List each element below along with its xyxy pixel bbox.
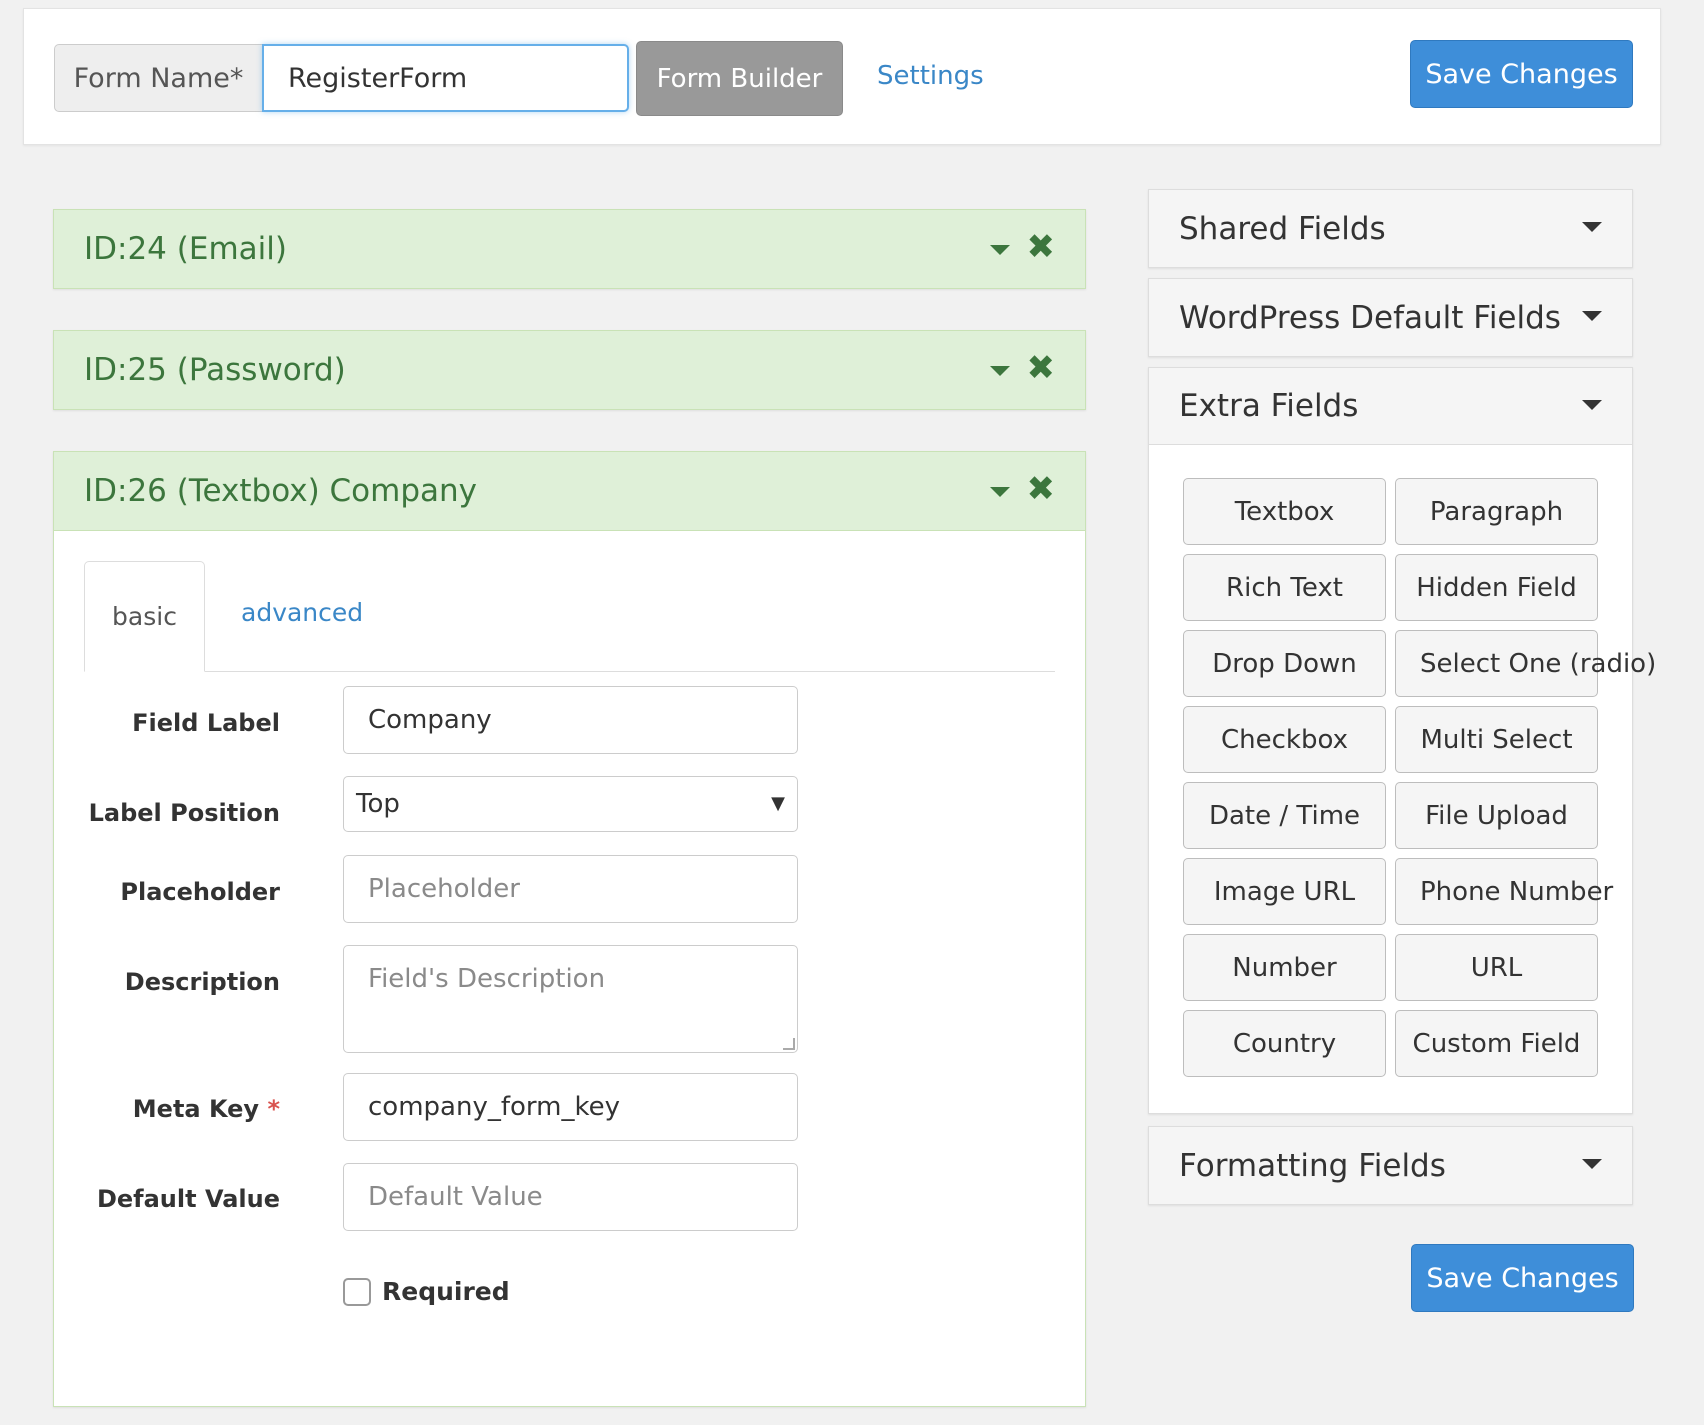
extra-fields-header[interactable]: Extra Fields — [1149, 368, 1632, 445]
editor-tabs: basic advanced — [84, 561, 1055, 672]
field-title: ID:26 (Textbox) Company — [84, 473, 478, 509]
formatting-fields-title: Formatting Fields — [1179, 1147, 1446, 1184]
required-label[interactable]: Required — [382, 1277, 510, 1306]
meta-key-label-text: Meta Key — [132, 1095, 260, 1123]
required-checkbox[interactable] — [343, 1278, 371, 1306]
close-icon[interactable]: ✖ — [1027, 348, 1056, 388]
extra-fields-title: Extra Fields — [1179, 388, 1359, 424]
add-date-time-button[interactable]: Date / Time — [1183, 782, 1386, 849]
label-position-value: Top — [356, 789, 400, 819]
add-hidden-field-button[interactable]: Hidden Field — [1395, 554, 1598, 621]
required-asterisk: * — [267, 1095, 280, 1123]
add-number-button[interactable]: Number — [1183, 934, 1386, 1001]
field-panel-email: ID:24 (Email) ✖ — [53, 209, 1086, 289]
placeholder-label: Placeholder — [120, 878, 280, 906]
add-custom-field-button[interactable]: Custom Field — [1395, 1010, 1598, 1077]
settings-link[interactable]: Settings — [877, 61, 984, 91]
form-toolbar: Form Name* Form Builder Settings Save Ch… — [23, 8, 1661, 145]
description-label: Description — [124, 968, 280, 996]
caret-down-icon[interactable] — [990, 366, 1010, 376]
label-position-select[interactable]: Top ▼ — [343, 776, 798, 832]
placeholder-input-hint: Placeholder — [368, 874, 520, 904]
extra-fields-buttons: Textbox Paragraph Rich Text Hidden Field… — [1183, 478, 1656, 1077]
extra-fields-panel: Extra Fields Textbox Paragraph Rich Text… — [1148, 367, 1656, 1114]
wp-default-fields-title: WordPress Default Fields — [1179, 299, 1561, 336]
meta-key-label: Meta Key * — [133, 1095, 280, 1123]
field-editor: basic advanced Field Label Company Label… — [54, 530, 1085, 1406]
save-changes-button-bottom[interactable]: Save Changes — [1411, 1244, 1634, 1312]
field-label-value: Company — [368, 705, 492, 735]
caret-down-icon[interactable] — [1582, 1159, 1602, 1169]
field-header[interactable]: ID:26 (Textbox) Company ✖ — [54, 452, 1085, 530]
close-icon[interactable]: ✖ — [1027, 227, 1056, 267]
dropdown-arrow-icon: ▼ — [771, 793, 785, 814]
tab-basic[interactable]: basic — [84, 561, 205, 672]
meta-key-value: company_form_key — [368, 1092, 620, 1122]
formatting-fields-header[interactable]: Formatting Fields — [1149, 1127, 1632, 1204]
field-label-input[interactable]: Company — [343, 686, 798, 754]
resize-grip-icon[interactable] — [783, 1038, 795, 1050]
add-paragraph-button[interactable]: Paragraph — [1395, 478, 1598, 545]
meta-key-input[interactable]: company_form_key — [343, 1073, 798, 1141]
label-position-label: Label Position — [88, 799, 280, 827]
field-header[interactable]: ID:24 (Email) ✖ — [54, 210, 1085, 288]
add-image-url-button[interactable]: Image URL — [1183, 858, 1386, 925]
field-title: ID:25 (Password) — [84, 352, 346, 388]
form-name-label: Form Name* — [54, 44, 262, 112]
description-textarea[interactable]: Field's Description — [343, 945, 798, 1053]
field-panel-company: ID:26 (Textbox) Company ✖ basic advanced… — [53, 451, 1086, 1407]
add-phone-number-button[interactable]: Phone Number — [1395, 858, 1613, 925]
add-select-one-radio-button[interactable]: Select One (radio) — [1395, 630, 1656, 697]
wp-default-fields-panel: WordPress Default Fields — [1148, 278, 1633, 357]
description-hint: Field's Description — [368, 964, 606, 994]
default-value-input[interactable]: Default Value — [343, 1163, 798, 1231]
field-label-label: Field Label — [132, 709, 280, 737]
close-icon[interactable]: ✖ — [1027, 469, 1056, 509]
add-textbox-button[interactable]: Textbox — [1183, 478, 1386, 545]
form-name-input[interactable] — [262, 44, 629, 112]
save-changes-button-top[interactable]: Save Changes — [1410, 40, 1633, 108]
caret-down-icon[interactable] — [1582, 222, 1602, 232]
wp-default-fields-header[interactable]: WordPress Default Fields — [1149, 279, 1632, 356]
form-name-group: Form Name* — [54, 44, 629, 112]
field-header[interactable]: ID:25 (Password) ✖ — [54, 331, 1085, 409]
add-url-button[interactable]: URL — [1395, 934, 1598, 1001]
shared-fields-panel: Shared Fields — [1148, 189, 1633, 268]
field-panel-password: ID:25 (Password) ✖ — [53, 330, 1086, 410]
field-title: ID:24 (Email) — [84, 231, 287, 267]
caret-down-icon[interactable] — [1582, 400, 1602, 410]
caret-down-icon[interactable] — [1582, 311, 1602, 321]
add-multi-select-button[interactable]: Multi Select — [1395, 706, 1598, 773]
formatting-fields-panel: Formatting Fields — [1148, 1126, 1633, 1205]
add-file-upload-button[interactable]: File Upload — [1395, 782, 1598, 849]
shared-fields-header[interactable]: Shared Fields — [1149, 190, 1632, 267]
tab-advanced[interactable]: advanced — [241, 598, 363, 627]
placeholder-input[interactable]: Placeholder — [343, 855, 798, 923]
caret-down-icon[interactable] — [990, 245, 1010, 255]
add-drop-down-button[interactable]: Drop Down — [1183, 630, 1386, 697]
form-builder-button[interactable]: Form Builder — [636, 41, 843, 116]
add-checkbox-button[interactable]: Checkbox — [1183, 706, 1386, 773]
add-country-button[interactable]: Country — [1183, 1010, 1386, 1077]
default-value-hint: Default Value — [368, 1182, 543, 1212]
caret-down-icon[interactable] — [990, 487, 1010, 497]
add-rich-text-button[interactable]: Rich Text — [1183, 554, 1386, 621]
shared-fields-title: Shared Fields — [1179, 210, 1386, 247]
default-value-label: Default Value — [96, 1185, 280, 1213]
